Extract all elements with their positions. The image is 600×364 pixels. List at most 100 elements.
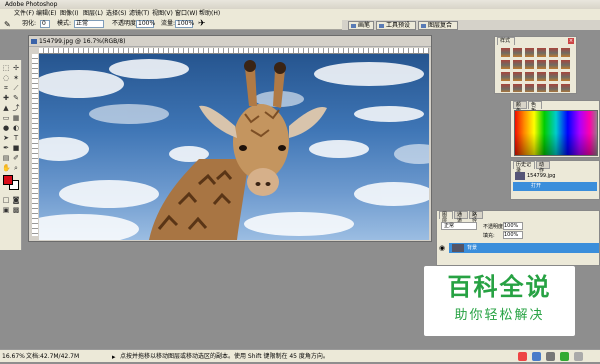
- flow-label: 流量:: [161, 20, 176, 27]
- close-icon[interactable]: ×: [568, 38, 574, 44]
- full-screen-icon[interactable]: ▩: [12, 206, 20, 214]
- status-hint: 点按并拖移以移动图层或移动选区的副本。使用 Shift 键限制在 45 度角方向…: [120, 353, 329, 360]
- pen-icon[interactable]: ✒: [2, 144, 10, 152]
- menu-filter[interactable]: 滤镜(T): [129, 9, 149, 18]
- tab-history[interactable]: 历史记录: [513, 161, 535, 174]
- mode-select[interactable]: 正常: [74, 20, 104, 28]
- status-bar: 16.67% 文档:42.7M/42.7M ▸ 点按并拖移以移动图层或移动选区的…: [0, 349, 600, 362]
- blend-mode-select[interactable]: 正常: [441, 222, 477, 230]
- brush-icon[interactable]: ✎: [12, 94, 20, 102]
- vertical-ruler: [32, 54, 38, 236]
- document-window: 154799.jpg @ 16.7%(RGB/8): [28, 35, 432, 242]
- document-icon: [31, 39, 37, 44]
- gradient-icon[interactable]: ▦: [12, 114, 20, 122]
- well-tab-tool-presets[interactable]: 工具预设: [376, 21, 416, 30]
- document-canvas[interactable]: [39, 54, 429, 240]
- menu-image[interactable]: 图像(I): [60, 9, 78, 18]
- eraser-icon[interactable]: ▭: [2, 114, 10, 122]
- magic-wand-icon[interactable]: ✶: [12, 74, 20, 82]
- tab-channels[interactable]: 通道: [454, 211, 468, 224]
- blur-icon[interactable]: ●: [2, 124, 10, 132]
- arrow-right-icon[interactable]: ▸: [112, 351, 116, 364]
- history-item-open[interactable]: 打开: [513, 182, 597, 191]
- document-title-bar[interactable]: 154799.jpg @ 16.7%(RGB/8): [29, 36, 431, 47]
- giraffe-photo: [39, 59, 429, 240]
- dodge-icon[interactable]: ◐: [12, 124, 20, 132]
- history-snapshot[interactable]: 154799.jpg: [513, 171, 597, 181]
- zoom-icon[interactable]: ⌕: [12, 164, 20, 172]
- tab-styles[interactable]: 样式: [497, 37, 515, 45]
- type-icon[interactable]: T: [12, 134, 20, 142]
- watermark-subtitle: 助你轻松解决: [454, 308, 545, 323]
- styles-panel: 样式 ×: [494, 36, 577, 94]
- opacity-field[interactable]: 100%: [136, 20, 155, 28]
- quick-mask-on-icon[interactable]: ◙: [12, 196, 20, 204]
- eye-icon[interactable]: ◉: [439, 244, 445, 252]
- tab-color[interactable]: 颜色: [513, 101, 527, 114]
- tray-icon[interactable]: [574, 352, 583, 361]
- fill-field[interactable]: 100%: [503, 231, 523, 239]
- menu-file[interactable]: 文件(F): [14, 9, 34, 18]
- tray-icon[interactable]: [532, 352, 541, 361]
- shape-icon[interactable]: ■: [12, 144, 20, 152]
- menu-window[interactable]: 窗口(W): [175, 9, 198, 18]
- app-title: Adobe Photoshop: [5, 1, 58, 8]
- history-panel: 历史记录 动作 154799.jpg 打开: [510, 160, 600, 200]
- menu-edit[interactable]: 编辑(E): [36, 9, 56, 18]
- healing-icon[interactable]: ✚: [2, 94, 10, 102]
- tab-swatches[interactable]: 色板: [528, 101, 542, 114]
- style-swatches[interactable]: [501, 48, 573, 92]
- menu-view[interactable]: 视图(V): [152, 9, 173, 18]
- tray-icon[interactable]: [546, 352, 555, 361]
- move-icon[interactable]: ✢: [12, 64, 20, 72]
- tray-icon[interactable]: [518, 352, 527, 361]
- marquee-icon[interactable]: ⬚: [2, 64, 10, 72]
- feather-field[interactable]: 0: [40, 20, 50, 28]
- flow-field[interactable]: 100%: [175, 20, 194, 28]
- path-select-icon[interactable]: ➤: [2, 134, 10, 142]
- stamp-icon[interactable]: ▲: [2, 104, 10, 112]
- eyedropper-icon[interactable]: ✐: [12, 154, 20, 162]
- layer-opacity-field[interactable]: 100%: [503, 222, 523, 230]
- brush-tool-icon[interactable]: ✎: [4, 19, 11, 31]
- menu-bar: 文件(F) 编辑(E) 图像(I) 图层(L) 选择(S) 滤镜(T) 视图(V…: [0, 9, 600, 18]
- layer-opacity-label: 不透明度:: [483, 224, 505, 230]
- zoom-level[interactable]: 16.67%: [2, 350, 25, 363]
- hand-icon[interactable]: ✋: [2, 164, 11, 172]
- history-brush-icon[interactable]: ⤴: [12, 104, 20, 112]
- menu-help[interactable]: 帮助(H): [199, 9, 220, 18]
- tab-actions[interactable]: 动作: [536, 161, 550, 174]
- watermark-title: 百科全说: [447, 273, 552, 301]
- crop-icon[interactable]: ⌗: [2, 84, 10, 92]
- fill-label: 填充:: [483, 233, 495, 239]
- document-size[interactable]: 文档:42.7M/42.7M: [26, 350, 79, 363]
- menu-layer[interactable]: 图层(L): [83, 9, 103, 18]
- layer-thumbnail: [452, 244, 464, 252]
- tab-layers[interactable]: 图层: [439, 211, 453, 224]
- well-tab-layer-comps[interactable]: 图层复合: [418, 21, 458, 30]
- opacity-label: 不透明度:: [112, 20, 139, 27]
- well-tab-brushes[interactable]: 画笔: [348, 21, 374, 30]
- feather-label: 羽化:: [22, 20, 37, 27]
- title-bar: Adobe Photoshop: [0, 0, 600, 9]
- tab-paths[interactable]: 路径: [469, 211, 483, 224]
- notes-icon[interactable]: ▤: [2, 154, 10, 162]
- palette-well: 画笔 工具预设 图层复合: [342, 20, 600, 30]
- airbrush-icon[interactable]: ✈: [198, 18, 206, 30]
- layers-panel: 图层 通道 路径 正常 不透明度: 100% 填充: 100% ◉ 背景: [436, 210, 600, 266]
- lasso-icon[interactable]: ◌: [2, 74, 10, 82]
- screen-mode-icon[interactable]: ▣: [2, 206, 10, 214]
- slice-icon[interactable]: ⟋: [12, 84, 20, 92]
- watermark-logo: 百科全说 助你轻松解决: [424, 266, 575, 336]
- document-title: 154799.jpg @ 16.7%(RGB/8): [39, 38, 126, 45]
- toolbox: ⬚ ✢ ◌ ✶ ⌗ ⟋ ✚ ✎ ▲ ⤴ ▭ ▦ ● ◐ ➤ T ✒ ■ ▤ ✐ …: [0, 60, 22, 250]
- snapshot-thumbnail: [515, 172, 525, 180]
- foreground-color-swatch[interactable]: [3, 175, 13, 185]
- swatches-panel: 颜色 色板: [510, 100, 600, 158]
- tray-icon[interactable]: [560, 352, 569, 361]
- quick-mask-off-icon[interactable]: □: [2, 196, 10, 204]
- menu-select[interactable]: 选择(S): [106, 9, 127, 18]
- mode-label: 模式:: [57, 20, 72, 27]
- swatch-grid[interactable]: [514, 110, 598, 156]
- layer-row-background[interactable]: 背景: [449, 243, 599, 253]
